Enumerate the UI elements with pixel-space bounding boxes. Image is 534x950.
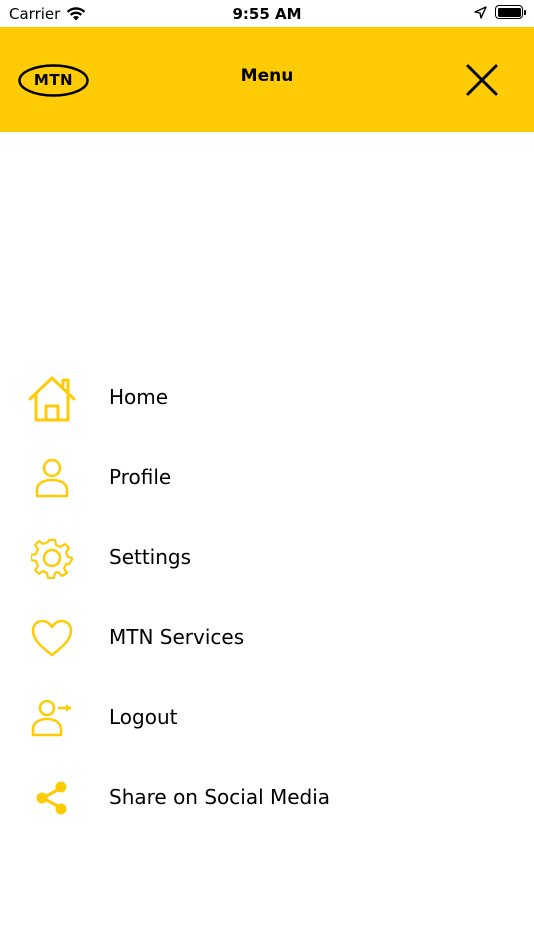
menu-item-label: MTN Services [109, 625, 245, 649]
menu-list: Home Profile Settings MTN Services Logou… [0, 358, 534, 838]
status-time: 9:55 AM [232, 5, 302, 23]
logout-icon [27, 693, 77, 743]
menu-item-home[interactable]: Home [0, 358, 534, 438]
menu-item-share[interactable]: Share on Social Media [0, 758, 534, 838]
heart-icon [27, 613, 77, 663]
menu-item-label: Logout [109, 705, 178, 729]
share-icon [27, 773, 77, 823]
menu-item-label: Profile [109, 465, 172, 489]
close-icon [466, 64, 498, 96]
page-title: Menu [240, 66, 294, 86]
app-header: MTN Menu [0, 27, 534, 132]
menu-item-logout[interactable]: Logout [0, 678, 534, 758]
user-icon [27, 453, 77, 503]
menu-item-label: Settings [109, 545, 192, 569]
menu-item-settings[interactable]: Settings [0, 518, 534, 598]
status-right [474, 5, 526, 19]
menu-item-profile[interactable]: Profile [0, 438, 534, 518]
menu-item-mtn-services[interactable]: MTN Services [0, 598, 534, 678]
status-bar: Carrier 9:55 AM [0, 0, 534, 27]
menu-item-label: Home [109, 385, 169, 409]
close-button[interactable] [462, 60, 502, 100]
menu-item-label: Share on Social Media [109, 785, 331, 809]
battery-cap [524, 9, 526, 15]
gear-icon [27, 533, 77, 583]
location-arrow-icon [474, 5, 487, 19]
battery-icon [495, 5, 523, 19]
home-icon [27, 373, 77, 423]
